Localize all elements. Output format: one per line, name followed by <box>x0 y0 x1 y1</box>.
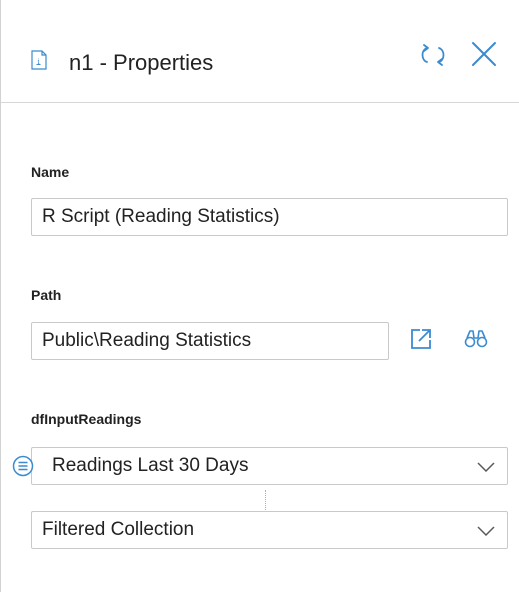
collection-select-value: Filtered Collection <box>42 519 195 540</box>
collection-list-icon[interactable] <box>12 455 34 477</box>
path-field[interactable]: Public\Reading Statistics <box>31 322 389 360</box>
chevron-down-icon <box>477 462 495 472</box>
properties-panel: i n1 - Properties Name R Script (Reading… <box>0 0 519 592</box>
connector-line <box>265 490 266 510</box>
path-label: Path <box>31 287 62 303</box>
panel-title: n1 - Properties <box>69 50 214 75</box>
open-external-icon[interactable] <box>408 326 434 352</box>
panel-header: i n1 - Properties <box>1 0 519 103</box>
input-readings-label: dfInputReadings <box>31 411 142 427</box>
name-value: R Script (Reading Statistics) <box>42 206 280 227</box>
close-icon[interactable] <box>469 39 499 69</box>
binoculars-icon[interactable] <box>464 329 488 349</box>
document-info-icon: i <box>31 50 47 70</box>
name-field[interactable]: R Script (Reading Statistics) <box>31 198 508 236</box>
query-select[interactable]: Readings Last 30 Days <box>31 447 508 485</box>
chevron-down-icon <box>477 526 495 536</box>
path-value: Public\Reading Statistics <box>42 330 252 351</box>
name-label: Name <box>31 164 70 180</box>
collection-select[interactable]: Filtered Collection <box>31 511 508 549</box>
refresh-icon[interactable] <box>417 40 451 70</box>
query-select-value: Readings Last 30 Days <box>52 455 249 476</box>
